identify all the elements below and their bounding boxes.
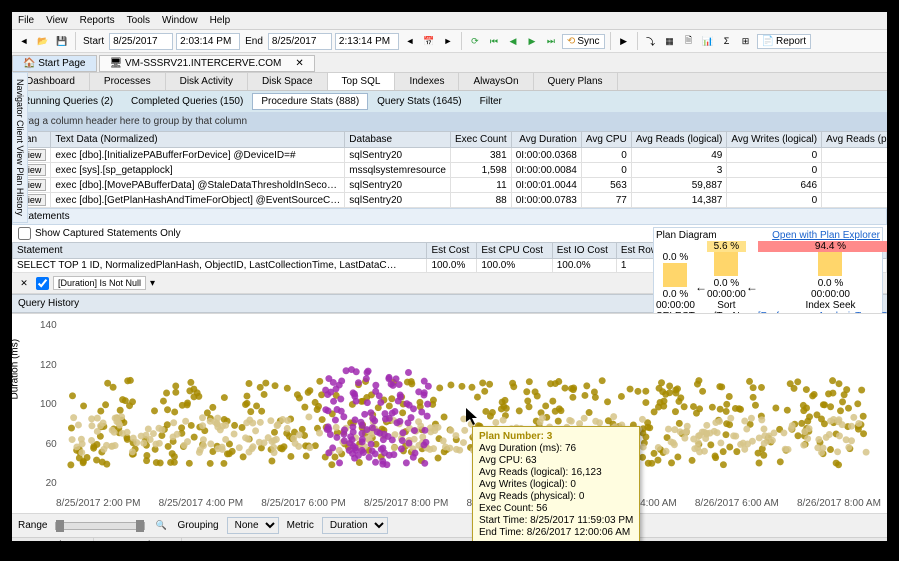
tab-start-page[interactable]: 🏠 Start Page — [12, 55, 97, 72]
col-header[interactable]: Est IO Cost — [552, 243, 616, 259]
sync-button[interactable]: ⟲Sync — [562, 34, 605, 49]
refresh-icon[interactable]: ⟳ — [467, 33, 483, 49]
procedure-stats-table: PlanText Data (Normalized)DatabaseExec C… — [12, 131, 887, 208]
nav-tabs: Dashboard Processes Disk Activity Disk S… — [12, 73, 887, 91]
subtab-completed[interactable]: Completed Queries (150) — [122, 93, 252, 110]
menu-help[interactable]: Help — [210, 15, 231, 26]
filter-clear-icon[interactable]: ✕ — [16, 275, 32, 291]
statements-header: Statements — [12, 208, 887, 225]
col-header[interactable]: Est CPU Cost — [477, 243, 552, 259]
menu-file[interactable]: File — [18, 15, 34, 26]
jump-icon[interactable]: ⤵ — [643, 33, 659, 49]
calendar-icon[interactable]: 📅 — [421, 33, 437, 49]
subtab-proc-stats[interactable]: Procedure Stats (888) — [252, 93, 368, 110]
plan-node-select[interactable]: 0.0 % 0.0 %00:00:00SELECT — [656, 252, 695, 322]
table-icon[interactable]: ⊞ — [738, 33, 754, 49]
tab-processes[interactable]: Processes — [90, 73, 166, 90]
table-row[interactable]: Viewexec [dbo].[MovePABufferData] @Stale… — [13, 178, 888, 193]
end-time-input[interactable] — [335, 33, 399, 50]
chart-controls: Range 🔍 Grouping None Metric Duration — [12, 513, 887, 537]
tab-disk-activity[interactable]: Disk Activity — [166, 73, 248, 90]
chart-tooltip: Plan Number: 3 Avg Duration (ms): 76Avg … — [472, 426, 640, 541]
col-header[interactable]: Text Data (Normalized) — [51, 132, 345, 148]
tab-alwayson[interactable]: AlwaysOn — [459, 73, 533, 90]
table-row[interactable]: Viewexec [dbo].[GetPlanHashAndTimeForObj… — [13, 193, 888, 208]
document-tabs: 🏠 Start Page 🖥 VM-SSSRV21.INTERCERVE.COM… — [12, 53, 887, 73]
grid-icon[interactable]: ▦ — [662, 33, 678, 49]
sigma-icon[interactable]: Σ — [719, 33, 735, 49]
rewind-icon[interactable]: ⏮ — [486, 33, 502, 49]
bottomtab-query-history[interactable]: Query History — [12, 538, 94, 541]
col-header[interactable]: Avg Duration — [511, 132, 581, 148]
col-header[interactable]: Est Cost — [427, 243, 477, 259]
col-header[interactable]: Avg Reads (logical) — [631, 132, 727, 148]
menu-view[interactable]: View — [46, 15, 68, 26]
menu-tools[interactable]: Tools — [127, 15, 150, 26]
tab-query-plans[interactable]: Query Plans — [534, 73, 618, 90]
filter-expression[interactable]: [Duration] Is Not Null — [53, 276, 146, 290]
sub-tabs: Running Queries (2) Completed Queries (1… — [12, 91, 887, 112]
end-date-input[interactable] — [268, 33, 332, 50]
show-captured-label: Show Captured Statements Only — [35, 228, 181, 239]
subtab-query-stats[interactable]: Query Stats (1645) — [368, 93, 470, 110]
tab-server[interactable]: 🖥 VM-SSSRV21.INTERCERVE.COM✕ — [99, 55, 315, 72]
main-toolbar: ◄ 📂 💾 Start End ◄ 📅 ► ⟳ ⏮ ◀ ▶ ⏭ ⟲Sync ▶ … — [12, 30, 887, 53]
plan-diagram-title: Plan Diagram — [656, 230, 717, 241]
tab-top-sql[interactable]: Top SQL — [328, 73, 396, 90]
range-label: Range — [18, 520, 47, 531]
menubar: File View Reports Tools Window Help — [12, 12, 887, 30]
calendar-fwd-icon[interactable]: ► — [440, 33, 456, 49]
range-slider[interactable] — [55, 522, 145, 530]
col-header[interactable]: Statement — [13, 243, 427, 259]
show-captured-checkbox[interactable] — [18, 227, 31, 240]
calendar-back-icon[interactable]: ◄ — [402, 33, 418, 49]
subtab-running[interactable]: Running Queries (2) — [14, 93, 122, 110]
metric-select[interactable]: Duration — [322, 517, 388, 534]
bottom-tabs: Query History Command Text — [12, 537, 887, 541]
subtab-filter[interactable]: Filter — [471, 93, 511, 110]
filter-dropdown-icon[interactable]: ▾ — [150, 278, 155, 289]
close-icon[interactable]: ✕ — [295, 58, 303, 69]
tab-disk-space[interactable]: Disk Space — [248, 73, 328, 90]
col-header[interactable]: Avg Reads (physical) — [822, 132, 887, 148]
chart-icon[interactable]: 📊 — [700, 33, 716, 49]
table-row[interactable]: Viewexec [sys].[sp_getapplock]mssqlsyste… — [13, 163, 888, 178]
grouping-select[interactable]: None — [227, 517, 279, 534]
doc-icon[interactable]: 🗎 — [681, 33, 697, 49]
zoom-in-icon[interactable]: 🔍 — [153, 518, 169, 534]
play-back-icon[interactable]: ◀ — [505, 33, 521, 49]
play-icon[interactable]: ▶ — [616, 33, 632, 49]
play-fwd-icon[interactable]: ▶ — [524, 33, 540, 49]
col-header[interactable]: Database — [345, 132, 451, 148]
table-row[interactable]: Viewexec [dbo].[InitializePABufferForDev… — [13, 148, 888, 163]
col-header[interactable]: Avg CPU — [581, 132, 631, 148]
grouping-label: Grouping — [177, 520, 218, 531]
report-button[interactable]: 📄Report — [757, 34, 811, 49]
col-header[interactable]: Exec Count — [450, 132, 511, 148]
metric-label: Metric — [287, 520, 314, 531]
tab-indexes[interactable]: Indexes — [395, 73, 459, 90]
filter-enabled-checkbox[interactable] — [36, 277, 49, 290]
group-by-hint[interactable]: Drag a column header here to group by th… — [12, 112, 887, 131]
start-time-input[interactable] — [176, 33, 240, 50]
save-icon[interactable]: 💾 — [54, 33, 70, 49]
menu-window[interactable]: Window — [162, 15, 198, 26]
col-header[interactable]: Avg Writes (logical) — [727, 132, 822, 148]
nav-back-icon[interactable]: ◄ — [16, 33, 32, 49]
end-label: End — [243, 36, 265, 47]
ffwd-icon[interactable]: ⏭ — [543, 33, 559, 49]
start-date-input[interactable] — [109, 33, 173, 50]
bottomtab-command-text[interactable]: Command Text — [94, 538, 182, 541]
open-plan-explorer-link[interactable]: Open with Plan Explorer — [772, 230, 880, 241]
start-label: Start — [81, 36, 106, 47]
left-dock-tabs[interactable]: Navigator Client View Plan History — [12, 72, 28, 223]
y-axis-label: Duration (ms) — [12, 339, 21, 400]
arrow-icon: ← — [695, 280, 707, 294]
menu-reports[interactable]: Reports — [80, 15, 115, 26]
arrow-icon: ← — [746, 280, 758, 294]
query-history-chart[interactable]: Duration (ms) 1401201006020 8/25/2017 2:… — [12, 313, 887, 513]
folder-open-icon[interactable]: 📂 — [35, 33, 51, 49]
